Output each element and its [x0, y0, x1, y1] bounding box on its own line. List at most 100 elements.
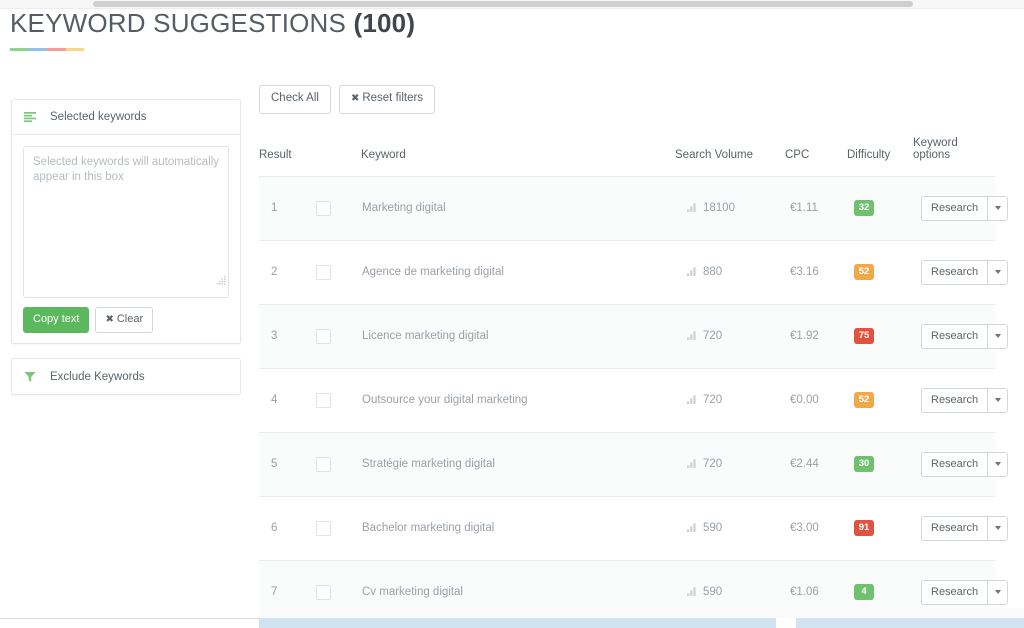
- research-split-button[interactable]: Research: [921, 387, 1009, 413]
- search-volume-value: 590: [703, 585, 723, 598]
- check-all-button[interactable]: Check All: [259, 85, 331, 114]
- column-header-search-volume[interactable]: Search Volume: [675, 136, 785, 177]
- research-dropdown-toggle[interactable]: [987, 515, 1009, 541]
- text-selection-highlight: [796, 618, 1024, 628]
- title-rule-segment: [10, 48, 29, 51]
- table-row[interactable]: 4 Outsource your digital marketing 720 €0.0…: [259, 368, 1009, 433]
- cell-difficulty: 91: [847, 496, 913, 561]
- row-checkbox[interactable]: [316, 200, 331, 216]
- row-checkbox[interactable]: [316, 520, 331, 536]
- selection-gap: [776, 618, 796, 628]
- table-row[interactable]: 1 Marketing digital 18100 €1.11 32 Research: [259, 176, 1009, 241]
- research-button[interactable]: Research: [921, 323, 988, 349]
- difficulty-badge: 30: [854, 455, 874, 473]
- research-button[interactable]: Research: [921, 195, 988, 221]
- cell-keyword[interactable]: Marketing digital: [361, 176, 675, 241]
- row-checkbox[interactable]: [316, 328, 331, 344]
- copy-text-button[interactable]: Copy text: [23, 307, 90, 333]
- research-button[interactable]: Research: [921, 387, 988, 413]
- cell-checkbox[interactable]: [315, 176, 361, 241]
- app-page: KEYWORD SUGGESTIONS (100) Selected keywo…: [0, 0, 1024, 628]
- research-dropdown-toggle[interactable]: [987, 387, 1009, 413]
- cell-keyword[interactable]: Bachelor marketing digital: [361, 496, 675, 561]
- chevron-down-icon: [994, 462, 1001, 466]
- research-split-button[interactable]: Research: [921, 323, 1009, 349]
- cell-keyword[interactable]: Stratégie marketing digital: [361, 432, 675, 497]
- research-button[interactable]: Research: [921, 451, 988, 477]
- filter-icon: [24, 371, 50, 383]
- selected-keywords-card: Selected keywords Copy text ✖Clear: [11, 99, 241, 344]
- cell-checkbox[interactable]: [315, 432, 361, 497]
- align-left-icon: [24, 111, 50, 123]
- cell-checkbox[interactable]: [315, 368, 361, 433]
- table-row[interactable]: 6 Bachelor marketing digital 590 €3.00 91 Res…: [259, 496, 1009, 561]
- text-selection-highlight: [259, 618, 512, 628]
- column-header-cpc[interactable]: CPC: [785, 136, 847, 177]
- research-split-button[interactable]: Research: [921, 259, 1009, 285]
- table-row[interactable]: 5 Stratégie marketing digital 720 €2.44 30 Re…: [259, 432, 1009, 497]
- selected-keywords-textarea[interactable]: [23, 146, 229, 298]
- cell-checkbox[interactable]: [315, 496, 361, 561]
- bar-chart-icon: [687, 202, 697, 215]
- reset-filters-label: Reset filters: [362, 92, 424, 104]
- clear-button[interactable]: ✖ Clear: [95, 307, 154, 333]
- cell-keyword-options: Research: [913, 496, 1009, 561]
- cell-cpc: €0.00: [785, 368, 847, 433]
- research-dropdown-toggle[interactable]: [987, 579, 1009, 605]
- main-content: Check All ✖ Reset filters Result Keyword …: [259, 85, 1009, 625]
- table-row[interactable]: 2 Agence de marketing digital 880 €3.16 52 Re…: [259, 240, 1009, 305]
- difficulty-badge: 52: [854, 263, 874, 281]
- cell-checkbox[interactable]: [315, 304, 361, 369]
- page-header: KEYWORD SUGGESTIONS (100): [10, 6, 415, 51]
- bar-chart-icon: [687, 458, 697, 471]
- research-dropdown-toggle[interactable]: [987, 259, 1009, 285]
- row-checkbox[interactable]: [316, 264, 331, 280]
- cell-checkbox[interactable]: [315, 240, 361, 305]
- cell-keyword[interactable]: Licence marketing digital: [361, 304, 675, 369]
- research-split-button[interactable]: Research: [921, 195, 1009, 221]
- sidebar: Selected keywords Copy text ✖Clear: [11, 99, 241, 395]
- title-rule-segment: [65, 48, 84, 51]
- cell-result: 6: [259, 496, 315, 561]
- column-header-keyword[interactable]: Keyword: [361, 136, 675, 177]
- selected-keywords-actions: Copy text ✖ Clear: [23, 307, 229, 333]
- table-row[interactable]: 3 Licence marketing digital 720 €1.92 75 Rese…: [259, 304, 1009, 369]
- cell-keyword[interactable]: Agence de marketing digital: [361, 240, 675, 305]
- cell-search-volume: 880: [675, 240, 785, 305]
- cell-result: 4: [259, 368, 315, 433]
- cell-keyword-options: Research: [913, 432, 1009, 497]
- row-checkbox[interactable]: [316, 392, 331, 408]
- row-checkbox[interactable]: [316, 456, 331, 472]
- exclude-keywords-header[interactable]: Exclude Keywords: [12, 359, 240, 394]
- difficulty-badge: 4: [854, 583, 874, 601]
- chevron-down-icon: [994, 334, 1001, 338]
- research-button[interactable]: Research: [921, 579, 988, 605]
- research-split-button[interactable]: Research: [921, 579, 1009, 605]
- exclude-keywords-title: Exclude Keywords: [50, 370, 145, 383]
- search-volume-value: 720: [703, 329, 723, 342]
- row-checkbox[interactable]: [316, 584, 331, 600]
- research-button[interactable]: Research: [921, 515, 988, 541]
- research-button[interactable]: Research: [921, 259, 988, 285]
- cell-keyword[interactable]: Outsource your digital marketing: [361, 368, 675, 433]
- exclude-keywords-card[interactable]: Exclude Keywords: [11, 358, 241, 395]
- research-split-button[interactable]: Research: [921, 451, 1009, 477]
- research-dropdown-toggle[interactable]: [987, 323, 1009, 349]
- cell-search-volume: 720: [675, 304, 785, 369]
- chevron-down-icon: [994, 398, 1001, 402]
- keyword-suggestions-table: Result Keyword Search Volume CPC Difficu…: [259, 136, 1009, 625]
- table-header: Result Keyword Search Volume CPC Difficu…: [259, 136, 995, 177]
- page-title-text: KEYWORD SUGGESTIONS: [10, 8, 347, 38]
- research-split-button[interactable]: Research: [921, 515, 1009, 541]
- title-underline-rule: [10, 48, 84, 51]
- reset-filters-button[interactable]: ✖ Reset filters: [338, 85, 436, 114]
- column-header-difficulty[interactable]: Difficulty: [847, 136, 913, 177]
- research-dropdown-toggle[interactable]: [987, 195, 1009, 221]
- cell-difficulty: 52: [847, 368, 913, 433]
- column-header-result[interactable]: Result: [259, 136, 315, 177]
- close-icon: ✖: [105, 314, 114, 325]
- difficulty-badge: 32: [854, 199, 874, 217]
- cell-result: 5: [259, 432, 315, 497]
- research-dropdown-toggle[interactable]: [987, 451, 1009, 477]
- clear-button-label: Clear: [116, 313, 144, 325]
